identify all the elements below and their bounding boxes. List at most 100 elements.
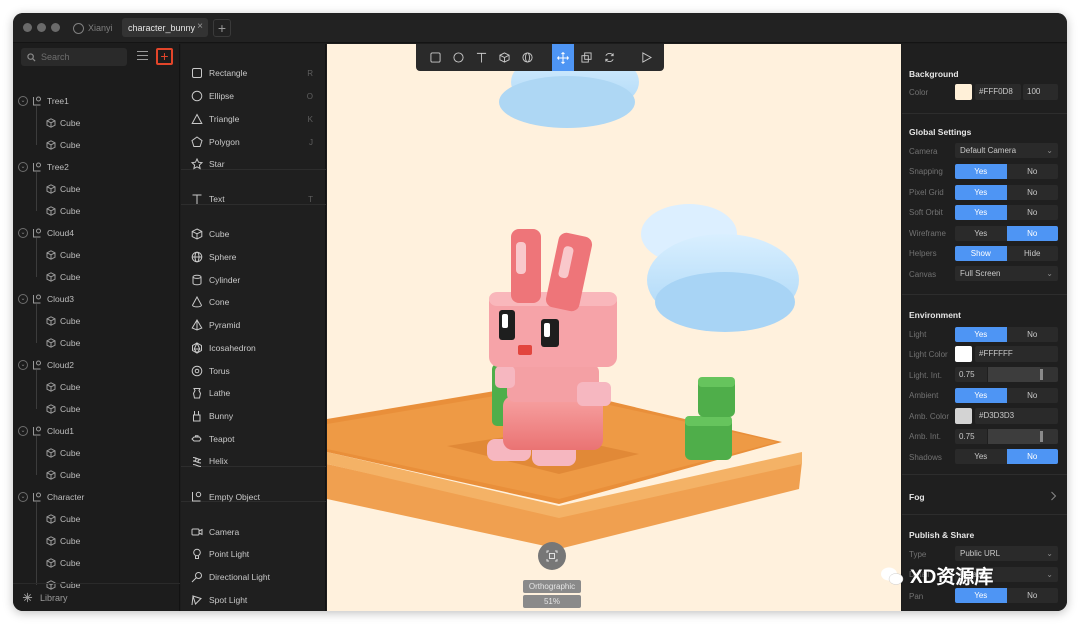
search-input[interactable]: Search — [21, 48, 127, 66]
rectangle-tool[interactable] — [424, 44, 446, 71]
tree-item[interactable]: Cube — [13, 398, 180, 420]
ellipse-tool[interactable] — [447, 44, 469, 71]
camera-dropdown[interactable]: Default Camera ⌄ — [955, 143, 1058, 158]
chevron-down-icon[interactable]: ⌄ — [18, 294, 28, 304]
ambient-toggle[interactable]: Yes No — [955, 388, 1058, 403]
scale-tool[interactable] — [575, 44, 597, 71]
snapping-yes[interactable]: Yes — [955, 164, 1007, 179]
play-button[interactable] — [635, 44, 657, 71]
chevron-right-icon[interactable] — [1050, 491, 1057, 501]
insert-camera[interactable]: Camera — [181, 521, 326, 543]
soft-orbit-yes[interactable]: Yes — [955, 205, 1007, 220]
shadows-toggle[interactable]: Yes No — [955, 449, 1058, 464]
ambient-yes[interactable]: Yes — [955, 388, 1007, 403]
background-color-swatch[interactable] — [955, 84, 972, 100]
add-object-button[interactable]: + — [156, 48, 173, 65]
user-tab[interactable]: Xianyi — [69, 19, 119, 37]
insert-helix[interactable]: Helix — [181, 450, 326, 472]
soft-orbit-no[interactable]: No — [1006, 205, 1058, 220]
helpers-toggle[interactable]: Show Hide — [955, 246, 1058, 261]
tree-item[interactable]: Cube — [13, 310, 180, 332]
chevron-down-icon[interactable]: ⌄ — [18, 96, 28, 106]
insert-empty-object[interactable]: Empty Object — [181, 486, 326, 508]
wireframe-no[interactable]: No — [1006, 226, 1058, 241]
background-hex-field[interactable]: #FFF0D8 — [975, 84, 1021, 100]
light-intensity-field[interactable]: 0.75 — [955, 367, 987, 382]
insert-polygon[interactable]: Polygon J — [181, 131, 326, 153]
document-tab[interactable]: character_bunny × — [122, 18, 208, 37]
sphere-tool[interactable] — [516, 44, 538, 71]
insert-teapot[interactable]: Teapot — [181, 428, 326, 450]
snapping-toggle[interactable]: Yes No — [955, 164, 1058, 179]
tree-group-cloud2[interactable]: ⌄ Cloud2 — [13, 354, 180, 376]
tree-item[interactable]: Cube — [13, 134, 180, 156]
amb-intensity-field[interactable]: 0.75 — [955, 429, 987, 444]
helpers-show[interactable]: Show — [955, 246, 1007, 261]
amb-intensity-slider[interactable] — [988, 429, 1058, 444]
shadows-yes[interactable]: Yes — [955, 449, 1007, 464]
tree-item[interactable]: Cube — [13, 552, 180, 574]
background-opacity-field[interactable]: 100 — [1023, 84, 1058, 100]
wireframe-yes[interactable]: Yes — [955, 226, 1007, 241]
insert-pyramid[interactable]: Pyramid — [181, 314, 326, 336]
insert-rectangle[interactable]: Rectangle R — [181, 62, 326, 84]
tree-item[interactable]: Cube — [13, 112, 180, 134]
soft-orbit-toggle[interactable]: Yes No — [955, 205, 1058, 220]
shadows-no[interactable]: No — [1006, 449, 1058, 464]
chevron-down-icon[interactable]: ⌄ — [18, 492, 28, 502]
tree-item[interactable]: Cube — [13, 244, 180, 266]
insert-directional-light[interactable]: Directional Light — [181, 566, 326, 588]
tree-group-tree1[interactable]: ⌄ Tree1 — [13, 90, 180, 112]
pan-yes[interactable]: Yes — [955, 588, 1007, 603]
zoom-level[interactable]: 51% — [523, 595, 581, 608]
minimize-window-button[interactable] — [37, 23, 46, 32]
helpers-hide[interactable]: Hide — [1006, 246, 1058, 261]
insert-torus[interactable]: Torus — [181, 360, 326, 382]
pixel-grid-yes[interactable]: Yes — [955, 185, 1007, 200]
light-no[interactable]: No — [1006, 327, 1058, 342]
camera-mode-label[interactable]: Orthographic — [523, 580, 581, 593]
view-cube-button[interactable] — [538, 542, 566, 570]
rotate-tool[interactable] — [598, 44, 620, 71]
tree-group-tree2[interactable]: ⌄ Tree2 — [13, 156, 180, 178]
insert-icosahedron[interactable]: Icosahedron — [181, 337, 326, 359]
light-color-hex-field[interactable]: #FFFFFF — [975, 346, 1058, 362]
tree-item[interactable]: Cube — [13, 508, 180, 530]
insert-sphere[interactable]: Sphere — [181, 246, 326, 268]
insert-text[interactable]: Text T — [181, 188, 326, 210]
light-yes[interactable]: Yes — [955, 327, 1007, 342]
list-menu-icon[interactable] — [137, 51, 148, 63]
insert-cone[interactable]: Cone — [181, 291, 326, 313]
insert-star[interactable]: Star — [181, 153, 326, 175]
canvas-dropdown[interactable]: Full Screen ⌄ — [955, 266, 1058, 281]
close-window-button[interactable] — [23, 23, 32, 32]
cube-tool[interactable] — [493, 44, 515, 71]
wireframe-toggle[interactable]: Yes No — [955, 226, 1058, 241]
tree-item[interactable]: Cube — [13, 376, 180, 398]
pan-no[interactable]: No — [1006, 588, 1058, 603]
chevron-down-icon[interactable]: ⌄ — [18, 426, 28, 436]
slider-knob[interactable] — [1040, 431, 1043, 442]
snapping-no[interactable]: No — [1006, 164, 1058, 179]
text-tool[interactable] — [470, 44, 492, 71]
pixel-grid-no[interactable]: No — [1006, 185, 1058, 200]
insert-cylinder[interactable]: Cylinder — [181, 269, 326, 291]
tree-item[interactable]: Cube — [13, 200, 180, 222]
chevron-down-icon[interactable]: ⌄ — [18, 228, 28, 238]
tree-item[interactable]: Cube — [13, 442, 180, 464]
light-color-swatch[interactable] — [955, 346, 972, 362]
tree-item[interactable]: Cube — [13, 464, 180, 486]
light-toggle[interactable]: Yes No — [955, 327, 1058, 342]
tree-item[interactable]: Cube — [13, 332, 180, 354]
insert-spot-light[interactable]: Spot Light — [181, 589, 326, 611]
library-button[interactable]: Library — [13, 583, 180, 611]
publish-type-dropdown[interactable]: Public URL ⌄ — [955, 546, 1058, 561]
tree-group-cloud3[interactable]: ⌄ Cloud3 — [13, 288, 180, 310]
ambient-no[interactable]: No — [1006, 388, 1058, 403]
insert-point-light[interactable]: Point Light — [181, 543, 326, 565]
tree-item[interactable]: Cube — [13, 178, 180, 200]
move-tool[interactable] — [552, 44, 574, 71]
close-tab-icon[interactable]: × — [197, 21, 203, 32]
tree-group-cloud4[interactable]: ⌄ Cloud4 — [13, 222, 180, 244]
slider-knob[interactable] — [1040, 369, 1043, 380]
